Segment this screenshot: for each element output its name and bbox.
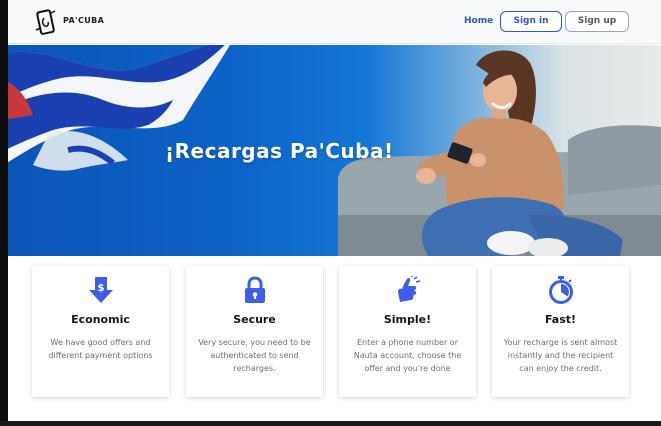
hero-banner: ¡Recargas Pa'Cuba!: [8, 45, 661, 256]
padlock-icon: [186, 276, 323, 306]
feature-description: Very secure, you need to be authenticate…: [198, 338, 311, 373]
stopwatch-icon: [492, 276, 629, 306]
feature-description: We have good offers and different paymen…: [48, 338, 153, 360]
nav-home-link[interactable]: Home: [464, 16, 493, 26]
phone-logo-icon[interactable]: [34, 8, 58, 36]
feature-card-economic: $ Economic We have good offers and diffe…: [32, 266, 169, 397]
brand-name[interactable]: PA'CUBA: [63, 16, 104, 25]
feature-description: Enter a phone number or Nauta account, c…: [353, 338, 462, 373]
window-left-edge: [0, 0, 8, 426]
feature-title: Economic: [71, 313, 130, 326]
feature-title: Secure: [233, 313, 276, 326]
feature-description: Your recharge is sent almost instantly a…: [503, 338, 618, 373]
feature-card-fast: Fast! Your recharge is sent almost insta…: [492, 266, 629, 397]
dollar-down-arrow-icon: $: [32, 276, 169, 306]
feature-card-secure: Secure Very secure, you need to be authe…: [186, 266, 323, 397]
top-navbar: PA'CUBA Home Sign in Sign up: [8, 0, 661, 44]
feature-title: Simple!: [383, 313, 432, 326]
feature-title: Fast!: [544, 313, 577, 326]
hero-title: ¡Recargas Pa'Cuba!: [165, 139, 394, 163]
svg-text:$: $: [97, 283, 104, 294]
sign-in-button[interactable]: Sign in: [500, 11, 562, 32]
sign-up-button[interactable]: Sign up: [565, 11, 629, 32]
feature-card-simple: Simple! Enter a phone number or Nauta ac…: [339, 266, 476, 397]
pointing-hand-icon: [339, 276, 476, 306]
window-bottom-edge: [0, 421, 661, 426]
